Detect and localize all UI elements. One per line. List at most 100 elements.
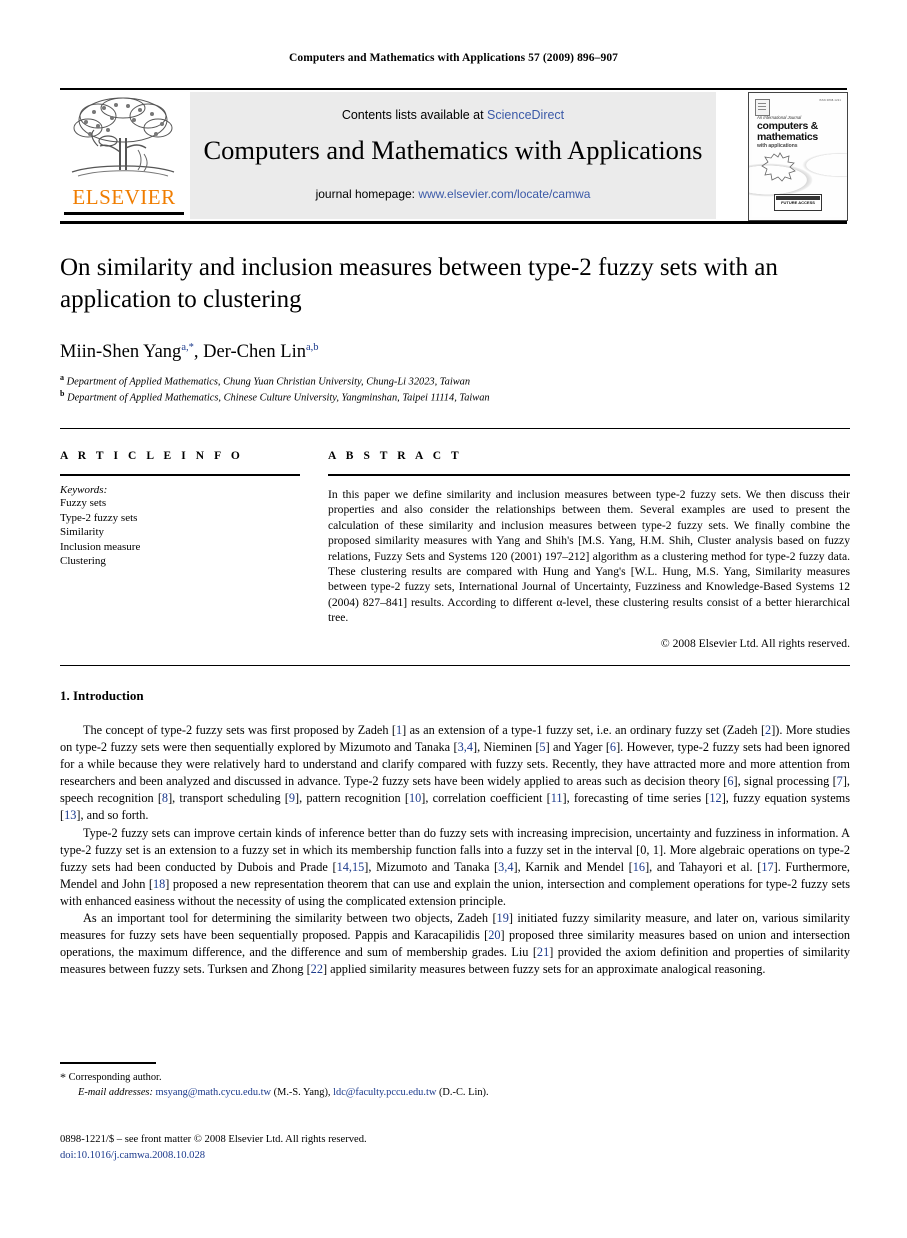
email-owner-2: (D.-C. Lin). xyxy=(436,1087,489,1098)
author-marks-2: a,b xyxy=(306,342,319,353)
footnote-block: * Corresponding author. E-mail addresses… xyxy=(60,1070,850,1100)
elsevier-wordmark-rule xyxy=(64,212,184,215)
abstract-column: A B S T R A C T In this paper we define … xyxy=(328,450,850,650)
affiliation-a-mark: a xyxy=(60,373,64,382)
abstract-copyright: © 2008 Elsevier Ltd. All rights reserved… xyxy=(660,636,850,650)
cover-inner: ISSN 0898-1221 An International Journal … xyxy=(749,96,847,217)
corresponding-author-note: * Corresponding author. xyxy=(60,1070,850,1085)
author-name-2: Der-Chen Lin xyxy=(203,342,306,363)
keyword-item: Similarity xyxy=(60,526,104,539)
elsevier-wordmark: ELSEVIER xyxy=(72,185,176,209)
p1-part-d: ], Nieminen [ xyxy=(472,740,540,755)
p1-part-i: ], transport scheduling [ xyxy=(168,791,289,806)
email-link-1[interactable]: msyang@math.cycu.edu.tw xyxy=(156,1087,271,1098)
p1-part-k: ], correlation coefficient [ xyxy=(421,791,551,806)
p1-part-l: ], forecasting of time series [ xyxy=(562,791,710,806)
p1-part-e: ] and Yager [ xyxy=(545,740,610,755)
page-title: On similarity and inclusion measures bet… xyxy=(60,254,778,313)
paragraph-1: The concept of type-2 fuzzy sets was fir… xyxy=(60,722,850,825)
abstract-heading: A B S T R A C T xyxy=(328,450,463,462)
email-owner-1: (M.-S. Yang), xyxy=(271,1087,334,1098)
p1-part-b: ] as an extension of a type-1 fuzzy set,… xyxy=(402,723,766,737)
citation-13[interactable]: 13 xyxy=(64,808,76,822)
article-info-column: A R T I C L E I N F O Keywords: Fuzzy se… xyxy=(60,450,300,569)
abstract-body: In this paper we define similarity and i… xyxy=(328,488,850,625)
p1-part-n: ], and so forth. xyxy=(76,808,149,823)
p3-part-a: As an important tool for determining the… xyxy=(83,911,497,926)
p2-part-f: ] proposed a new representation theorem … xyxy=(60,876,850,908)
journal-homepage-line: journal homepage: www.elsevier.com/locat… xyxy=(190,187,716,201)
citation-16[interactable]: 16 xyxy=(633,860,645,874)
keyword-item: Inclusion measure xyxy=(60,540,141,553)
affiliation-b-mark: b xyxy=(60,389,65,398)
cover-footer-text: FUTURE ACCESS xyxy=(781,200,815,205)
p2-part-b: ], Mizumoto and Tanaka [ xyxy=(364,859,499,874)
paragraph-2: Type-2 fuzzy sets can improve certain ki… xyxy=(60,825,850,910)
keyword-item: Fuzzy sets xyxy=(60,497,107,509)
p1-part-a: The concept of type-2 fuzzy sets was fir… xyxy=(83,723,396,737)
journal-homepage-link[interactable]: www.elsevier.com/locate/camwa xyxy=(418,187,590,201)
p3-part-e: ] applied similarity measures between fu… xyxy=(322,962,766,977)
cover-title-line2: mathematics xyxy=(757,131,818,143)
asterisk-icon: * xyxy=(60,1070,66,1084)
abstract-rule xyxy=(328,474,850,476)
citation-21[interactable]: 21 xyxy=(537,945,549,959)
corresponding-author-text: Corresponding author. xyxy=(68,1072,162,1083)
author-marks-1: a,* xyxy=(181,342,194,353)
citation-12[interactable]: 12 xyxy=(709,791,721,805)
citation-20[interactable]: 20 xyxy=(488,928,500,942)
citation-3-4b[interactable]: 3,4 xyxy=(498,860,513,874)
paper-page: Computers and Mathematics with Applicati… xyxy=(0,0,907,1238)
affiliation-b: b Department of Applied Mathematics, Chi… xyxy=(60,387,850,405)
paragraph-3: As an important tool for determining the… xyxy=(60,910,850,978)
cover-subtitle: with applications xyxy=(757,143,798,149)
keywords-label: Keywords: xyxy=(60,484,108,496)
footnote-rule xyxy=(60,1062,156,1064)
journal-title: Computers and Mathematics with Applicati… xyxy=(203,135,703,165)
masthead-top-rule xyxy=(60,88,847,90)
elsevier-logo: ELSEVIER xyxy=(60,92,188,220)
citation-3-4[interactable]: 3,4 xyxy=(458,740,473,754)
article-info-heading: A R T I C L E I N F O xyxy=(60,450,244,462)
contents-available-line: Contents lists available at ScienceDirec… xyxy=(190,108,716,122)
abstract-bottom-rule xyxy=(60,665,850,666)
page-footer: 0898-1221/$ – see front matter © 2008 El… xyxy=(60,1132,850,1164)
masthead-panel: Contents lists available at ScienceDirec… xyxy=(190,92,716,219)
keyword-item: Type-2 fuzzy sets xyxy=(60,511,138,524)
affiliation-b-text: Department of Applied Mathematics, Chine… xyxy=(67,392,490,404)
journal-masthead: ELSEVIER Contents lists available at Sci… xyxy=(60,88,848,224)
article-info-rule xyxy=(60,474,300,476)
email-link-2[interactable]: ldc@faculty.pccu.edu.tw xyxy=(333,1087,436,1098)
p1-part-j: ], pattern recognition [ xyxy=(295,791,409,806)
email-label: E-mail addresses: xyxy=(78,1087,153,1098)
citation-19[interactable]: 19 xyxy=(497,911,509,925)
masthead-bottom-rule xyxy=(60,221,847,224)
cover-footer-badge: FUTURE ACCESS xyxy=(774,194,822,211)
cover-issn: ISSN 0898-1221 xyxy=(819,99,841,102)
email-addresses-line: E-mail addresses: msyang@math.cycu.edu.t… xyxy=(60,1085,850,1100)
citation-14-15[interactable]: 14,15 xyxy=(337,860,365,874)
citation-18[interactable]: 18 xyxy=(153,877,165,891)
running-head: Computers and Mathematics with Applicati… xyxy=(288,52,619,64)
author-name-1: Miin-Shen Yang xyxy=(60,342,182,363)
citation-10[interactable]: 10 xyxy=(409,791,421,805)
elsevier-tree-icon xyxy=(71,97,175,177)
journal-cover-thumbnail[interactable]: ISSN 0898-1221 An International Journal … xyxy=(748,92,848,221)
doi-link[interactable]: doi:10.1016/j.camwa.2008.10.028 xyxy=(60,1148,850,1164)
section-heading-introduction: 1. Introduction xyxy=(60,688,144,703)
keyword-item: Clustering xyxy=(60,555,106,568)
homepage-prefix: journal homepage: xyxy=(315,187,419,201)
cover-burst-badge xyxy=(760,152,800,182)
citation-22[interactable]: 22 xyxy=(311,962,323,976)
affiliation-a-text: Department of Applied Mathematics, Chung… xyxy=(66,376,471,388)
contents-prefix: Contents lists available at xyxy=(341,108,488,122)
citation-17[interactable]: 17 xyxy=(761,860,773,874)
p2-part-c: ], Karnik and Mendel [ xyxy=(513,859,633,874)
issn-frontmatter-line: 0898-1221/$ – see front matter © 2008 El… xyxy=(60,1134,367,1145)
p1-part-g: ], signal processing [ xyxy=(733,774,837,789)
author-list: Miin-Shen Yanga,*, Der-Chen Lina,b xyxy=(60,342,319,363)
body-text: The concept of type-2 fuzzy sets was fir… xyxy=(60,722,850,978)
citation-11[interactable]: 11 xyxy=(551,791,563,805)
sciencedirect-link[interactable]: ScienceDirect xyxy=(487,108,564,122)
info-section-top-rule xyxy=(60,428,850,429)
